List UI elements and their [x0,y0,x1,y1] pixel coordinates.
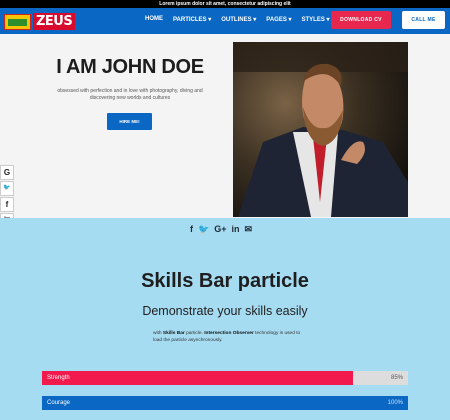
skill-bar-label: Courage [47,400,71,406]
nav-menu: HOME PARTICLES ▾ OUTLINES ▾ PAGES ▾ STYL… [145,16,330,23]
site-logo[interactable]: ZEUS [4,12,76,31]
top-announcement-bar: Lorem ipsum dolor sit amet, consectetur … [0,0,450,8]
nav-item-styles[interactable]: STYLES ▾ [302,16,330,23]
skills-title: Skills Bar particle [141,270,309,292]
skill-bar-percent: 100% [387,400,403,406]
email-share-icon[interactable]: ✉ [244,224,252,235]
share-icons: f 🐦 G+ in ✉ [190,224,252,235]
main-navigation: ZEUS HOME PARTICLES ▾ OUTLINES ▾ PAGES ▾… [0,8,450,34]
skills-subtitle: Demonstrate your skills easily [142,304,308,318]
call-me-button[interactable]: CALL ME [402,11,445,29]
skill-bar-label: Strength [47,375,70,381]
logo-text: ZEUS [33,13,76,30]
facebook-share-icon[interactable]: f [190,224,193,235]
hero-title: I AM JOHN DOE [56,56,204,78]
nav-item-home[interactable]: HOME [145,16,163,23]
download-cv-button[interactable]: DOWNLOAD CV [331,11,391,29]
skill-bar-fill [42,371,354,385]
skills-section: f 🐦 G+ in ✉ Skills Bar particle Demonstr… [0,218,450,420]
nav-item-pages[interactable]: PAGES ▾ [266,16,291,23]
skill-bar-courage: Courage 100% [42,396,408,410]
skills-description: with Skills Bar particle. Intersection O… [153,331,301,343]
skill-bar-strength: Strength 85% [42,371,408,385]
skill-bar-percent: 85% [390,375,403,381]
hero-subtitle: obsessed with perfection and in love wit… [57,88,203,101]
hero-portrait-photo [233,42,408,217]
linkedin-share-icon[interactable]: in [231,224,239,235]
hire-me-button[interactable]: HIRE ME! [107,113,152,130]
facebook-icon[interactable]: f [0,197,14,212]
logo-mark-icon [4,13,31,30]
nav-item-particles[interactable]: PARTICLES ▾ [173,16,211,23]
google-icon[interactable]: G [0,165,14,180]
twitter-share-icon[interactable]: 🐦 [198,224,209,235]
twitter-icon[interactable]: 🐦 [0,181,14,196]
google-plus-share-icon[interactable]: G+ [214,224,226,235]
nav-item-outlines[interactable]: OUTLINES ▾ [221,16,256,23]
skill-bar-fill [42,396,408,410]
